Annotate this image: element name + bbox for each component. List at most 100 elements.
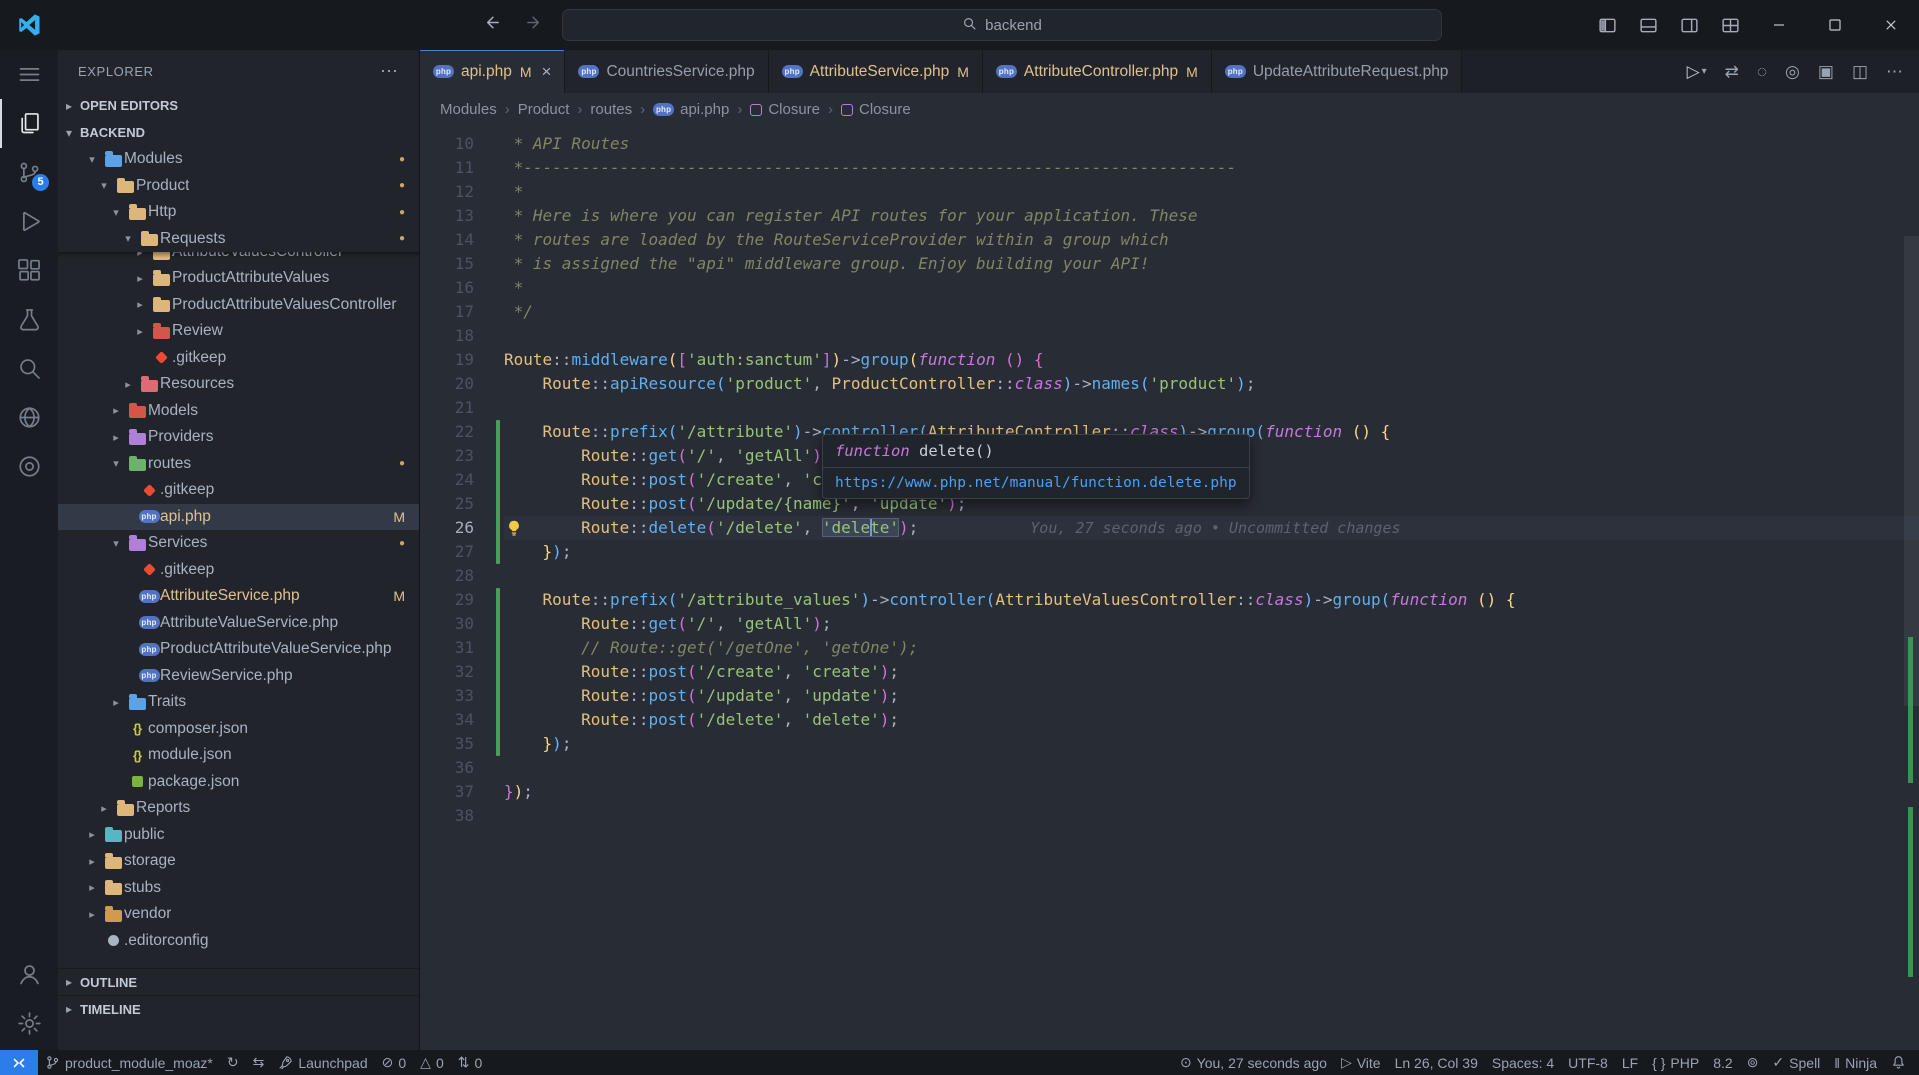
chevron-right-icon[interactable]: ▸ [106, 431, 126, 444]
run-button[interactable]: ▷▾ [1687, 62, 1707, 82]
sidebar-more-actions-icon[interactable]: ⋯ [380, 61, 399, 82]
warnings-item[interactable]: △0 [413, 1050, 451, 1075]
line-number-13[interactable]: 13 [420, 204, 504, 228]
breadcrumb-routes[interactable]: routes [590, 101, 632, 118]
tree-item-modules[interactable]: ▾Modules● [58, 146, 419, 173]
line-number-11[interactable]: 11 [420, 156, 504, 180]
open-editors-section[interactable]: ▸ OPEN EDITORS [58, 92, 419, 119]
extensions-icon[interactable] [0, 246, 58, 295]
tree-item-api-php[interactable]: phpapi.phpM [58, 504, 419, 531]
breadcrumb-product[interactable]: Product [518, 101, 570, 118]
accounts-icon[interactable] [0, 950, 58, 999]
line-number-14[interactable]: 14 [420, 228, 504, 252]
spell-item[interactable]: ✓Spell [1765, 1050, 1827, 1075]
line-number-26[interactable]: 26 [420, 516, 504, 540]
line-number-36[interactable]: 36 [420, 756, 504, 780]
settings-gear-icon[interactable] [0, 999, 58, 1048]
breadcrumb-closure-5[interactable]: Closure [841, 101, 911, 118]
source-control-icon[interactable]: 5 [0, 148, 58, 197]
launchpad-item[interactable]: Launchpad [271, 1050, 374, 1075]
tree-item-routes[interactable]: ▾routes● [58, 451, 419, 478]
line-number-33[interactable]: 33 [420, 684, 504, 708]
chevron-right-icon[interactable]: ▸ [130, 325, 150, 338]
line-number-32[interactable]: 32 [420, 660, 504, 684]
tree-item-traits[interactable]: ▸Traits [58, 689, 419, 716]
sync-icon[interactable]: ↻ [220, 1050, 246, 1075]
timeline-section[interactable]: ▸ TIMELINE [58, 995, 419, 1022]
tree-item-reviewservice-php[interactable]: phpReviewService.php [58, 663, 419, 690]
tree-item-requests[interactable]: ▾Requests● [58, 226, 419, 253]
blame-status-item[interactable]: ⊙You, 27 seconds ago [1173, 1050, 1334, 1075]
chevron-down-icon[interactable]: ▾ [94, 179, 114, 192]
line-number-18[interactable]: 18 [420, 324, 504, 348]
tree-item-resources[interactable]: ▸Resources [58, 371, 419, 398]
encoding[interactable]: UTF-8 [1561, 1050, 1615, 1075]
chevron-down-icon[interactable]: ▾ [82, 153, 102, 166]
scrollbar-slider[interactable] [1904, 236, 1919, 706]
ninja-item[interactable]: ‖Ninja [1827, 1050, 1884, 1075]
testing-icon[interactable] [0, 295, 58, 344]
split-editor-icon[interactable]: ◫ [1852, 62, 1868, 82]
tree-item-editorconfig[interactable]: .editorconfig [58, 928, 419, 955]
tab-attributeservice-php[interactable]: phpAttributeService.phpM [769, 50, 983, 93]
tree-item-services[interactable]: ▾Services● [58, 530, 419, 557]
chevron-down-icon[interactable]: ▾ [118, 232, 138, 245]
eol[interactable]: LF [1615, 1050, 1645, 1075]
breadcrumb-closure-4[interactable]: Closure [750, 101, 820, 118]
minimize-button[interactable] [1751, 0, 1807, 50]
tree-item-vendor[interactable]: ▸vendor [58, 901, 419, 928]
run-debug-icon[interactable] [0, 197, 58, 246]
line-number-17[interactable]: 17 [420, 300, 504, 324]
tree-item-gitkeep[interactable]: .gitkeep [58, 477, 419, 504]
workspace-root[interactable]: ▾ BACKEND [58, 119, 419, 146]
outline-section[interactable]: ▸ OUTLINE [58, 968, 419, 995]
line-number-34[interactable]: 34 [420, 708, 504, 732]
tree-item-storage[interactable]: ▸storage [58, 848, 419, 875]
git-branch-item[interactable]: product_module_moaz* [38, 1050, 220, 1075]
line-number-21[interactable]: 21 [420, 396, 504, 420]
cursor-position[interactable]: Ln 26, Col 39 [1388, 1050, 1485, 1075]
remote-explorer-icon[interactable] [0, 393, 58, 442]
tree-item-productattributevaluescontroller[interactable]: ▸ProductAttributeValuesController [58, 292, 419, 319]
tree-item-attributevaluescontroller[interactable]: ▸AttributeValuesController [58, 252, 419, 265]
customize-layout-icon[interactable] [1710, 16, 1751, 35]
line-number-29[interactable]: 29 [420, 588, 504, 612]
remote-button[interactable] [0, 1050, 38, 1075]
toolbar-icon-2[interactable]: ◎ [1785, 62, 1800, 82]
tree-item-package-json[interactable]: package.json [58, 769, 419, 796]
notifications-bell[interactable] [1884, 1050, 1913, 1075]
chevron-down-icon[interactable]: ▾ [106, 537, 126, 550]
chevron-right-icon[interactable]: ▸ [82, 908, 102, 921]
tree-item-models[interactable]: ▸Models [58, 398, 419, 425]
chevron-right-icon[interactable]: ▸ [106, 404, 126, 417]
maximize-button[interactable] [1807, 0, 1863, 50]
chevron-right-icon[interactable]: ▸ [94, 802, 114, 815]
line-number-27[interactable]: 27 [420, 540, 504, 564]
tree-item-gitkeep[interactable]: .gitkeep [58, 557, 419, 584]
line-number-20[interactable]: 20 [420, 372, 504, 396]
line-number-19[interactable]: 19 [420, 348, 504, 372]
line-number-31[interactable]: 31 [420, 636, 504, 660]
explorer-icon[interactable] [0, 99, 58, 148]
tree-item-providers[interactable]: ▸Providers [58, 424, 419, 451]
toolbar-compare-icon[interactable]: ⇄ [1725, 62, 1739, 82]
tree-item-productattributevalues[interactable]: ▸ProductAttributeValues [58, 265, 419, 292]
nav-back-icon[interactable] [482, 13, 501, 37]
chevron-down-icon[interactable]: ▾ [106, 457, 126, 470]
tree-item-http[interactable]: ▾Http● [58, 199, 419, 226]
toggle-sidebar-left-icon[interactable] [1587, 16, 1628, 35]
breadcrumb-api-php[interactable]: phpapi.php [653, 101, 729, 118]
line-number-22[interactable]: 22 [420, 420, 504, 444]
language-mode[interactable]: { }PHP [1645, 1050, 1706, 1075]
run-dropdown-icon[interactable]: ▾ [1702, 66, 1707, 77]
errors-item[interactable]: ⊘0 [375, 1050, 414, 1075]
line-number-25[interactable]: 25 [420, 492, 504, 516]
vite-item[interactable]: ▷Vite [1334, 1050, 1388, 1075]
search-icon[interactable] [0, 344, 58, 393]
tab-attributecontroller-php[interactable]: phpAttributeController.phpM [983, 50, 1212, 93]
tree-item-attributeservice-php[interactable]: phpAttributeService.phpM [58, 583, 419, 610]
breadcrumb-modules[interactable]: Modules [440, 101, 497, 118]
line-number-38[interactable]: 38 [420, 804, 504, 828]
chevron-right-icon[interactable]: ▸ [106, 696, 126, 709]
line-number-28[interactable]: 28 [420, 564, 504, 588]
